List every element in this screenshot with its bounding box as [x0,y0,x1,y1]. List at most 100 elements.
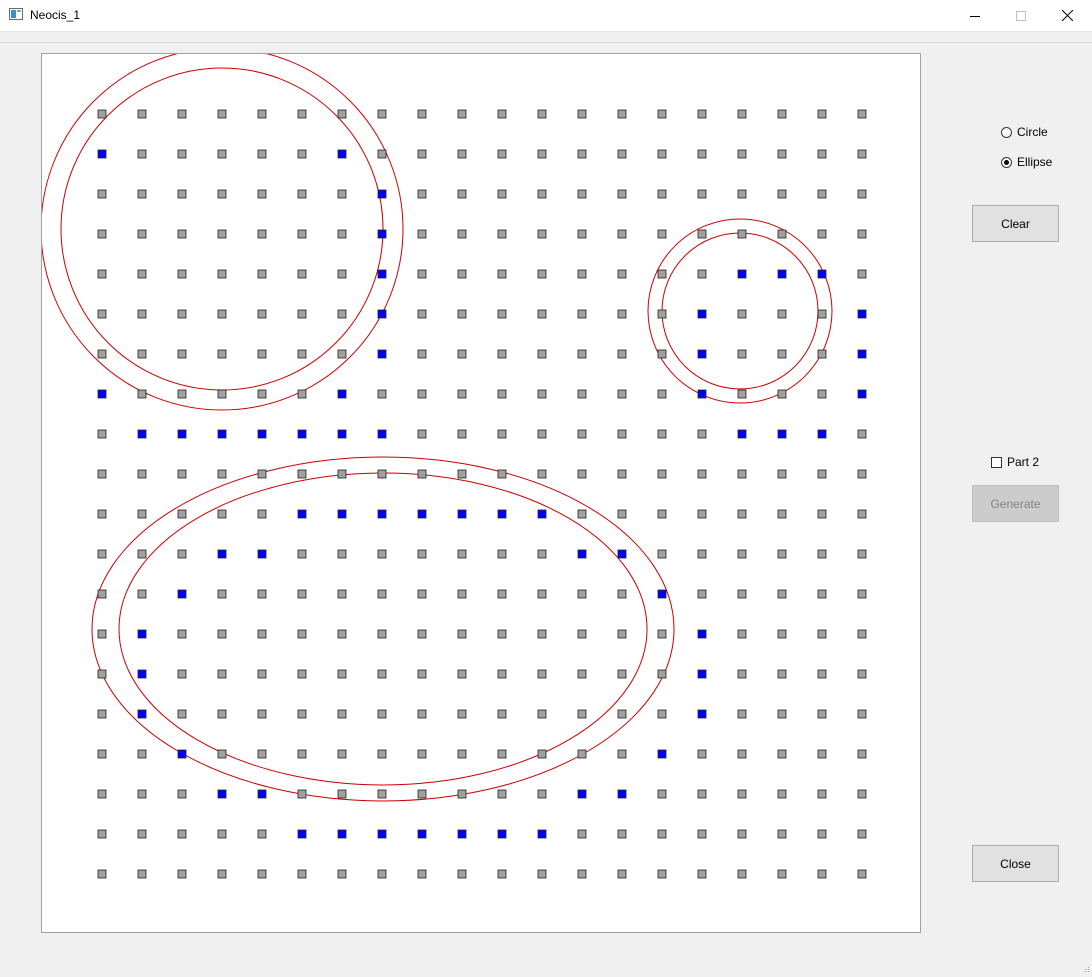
grid-point[interactable] [857,789,867,799]
grid-point[interactable] [457,309,467,319]
grid-point[interactable] [697,749,707,759]
grid-point[interactable] [577,669,587,679]
grid-point[interactable] [537,709,547,719]
grid-point[interactable] [457,589,467,599]
circle-radio-indicator[interactable] [1001,126,1012,138]
grid-point[interactable] [857,469,867,479]
grid-point[interactable] [817,509,827,519]
grid-point[interactable] [417,229,427,239]
grid-point[interactable] [617,509,627,519]
grid-point[interactable] [177,509,187,519]
grid-point[interactable] [177,349,187,359]
grid-point[interactable] [257,269,267,279]
grid-point[interactable] [257,349,267,359]
grid-point[interactable] [177,189,187,199]
grid-point[interactable] [657,149,667,159]
grid-point[interactable] [697,269,707,279]
grid-point[interactable] [617,149,627,159]
grid-point[interactable] [657,109,667,119]
grid-point[interactable] [617,389,627,399]
grid-point[interactable] [777,269,787,279]
grid-point[interactable] [297,429,307,439]
minimize-button[interactable] [952,0,998,31]
title-bar[interactable]: Neocis_1 [0,0,1092,32]
grid-point[interactable] [817,469,827,479]
grid-point[interactable] [657,269,667,279]
grid-point[interactable] [537,149,547,159]
grid-point[interactable] [817,789,827,799]
grid-point[interactable] [657,749,667,759]
grid-point[interactable] [857,349,867,359]
grid-point[interactable] [537,429,547,439]
grid-point[interactable] [257,429,267,439]
grid-point[interactable] [417,709,427,719]
grid-point[interactable] [777,789,787,799]
grid-point[interactable] [137,749,147,759]
grid-point[interactable] [497,589,507,599]
grid-point[interactable] [177,629,187,639]
grid-point[interactable] [217,229,227,239]
grid-point[interactable] [177,589,187,599]
grid-point[interactable] [857,669,867,679]
grid-point[interactable] [697,229,707,239]
grid-point[interactable] [177,829,187,839]
grid-point[interactable] [137,509,147,519]
grid-point[interactable] [377,829,387,839]
grid-point[interactable] [737,869,747,879]
grid-point[interactable] [137,789,147,799]
grid-point[interactable] [777,629,787,639]
grid-point[interactable] [337,749,347,759]
grid-point[interactable] [377,469,387,479]
grid-point[interactable] [497,149,507,159]
grid-point[interactable] [457,349,467,359]
grid-point[interactable] [537,589,547,599]
grid-point[interactable] [417,629,427,639]
grid-point[interactable] [537,789,547,799]
grid-point[interactable] [697,429,707,439]
grid-point[interactable] [537,749,547,759]
grid-point[interactable] [137,869,147,879]
grid-point[interactable] [577,229,587,239]
grid-point[interactable] [297,509,307,519]
grid-point[interactable] [97,189,107,199]
grid-point[interactable] [257,389,267,399]
grid-point[interactable] [777,749,787,759]
grid-point[interactable] [817,269,827,279]
grid-point[interactable] [497,829,507,839]
grid-point[interactable] [537,869,547,879]
grid-point[interactable] [257,829,267,839]
grid-point[interactable] [697,309,707,319]
grid-point[interactable] [777,149,787,159]
grid-point[interactable] [297,229,307,239]
grid-point[interactable] [297,829,307,839]
grid-point[interactable] [497,469,507,479]
grid-point[interactable] [257,469,267,479]
grid-point[interactable] [457,429,467,439]
grid-point[interactable] [297,189,307,199]
grid-point[interactable] [537,349,547,359]
grid-point[interactable] [577,709,587,719]
grid-point[interactable] [817,349,827,359]
grid-point[interactable] [297,269,307,279]
grid-point[interactable] [497,629,507,639]
grid-point[interactable] [617,469,627,479]
grid-point[interactable] [857,509,867,519]
grid-point[interactable] [657,469,667,479]
grid-point[interactable] [417,189,427,199]
grid-point[interactable] [577,309,587,319]
grid-point[interactable] [137,229,147,239]
grid-point[interactable] [137,549,147,559]
grid-point[interactable] [737,709,747,719]
grid-point[interactable] [577,789,587,799]
grid-point[interactable] [817,389,827,399]
grid-point[interactable] [497,189,507,199]
grid-point[interactable] [457,509,467,519]
grid-point[interactable] [777,429,787,439]
grid-point[interactable] [857,309,867,319]
grid-point[interactable] [617,109,627,119]
grid-point[interactable] [97,269,107,279]
grid-point[interactable] [337,149,347,159]
grid-point[interactable] [657,349,667,359]
grid-point[interactable] [137,629,147,639]
grid-point[interactable] [497,509,507,519]
